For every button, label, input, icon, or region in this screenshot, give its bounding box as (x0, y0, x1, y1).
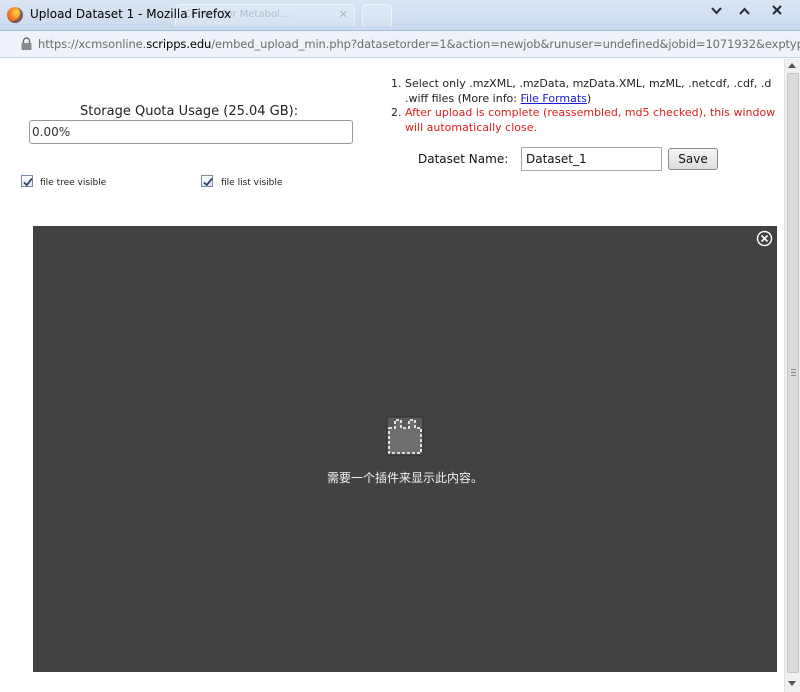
minimize-icon[interactable] (704, 4, 728, 20)
storage-quota-progress-bar: 0.00% (29, 120, 353, 144)
instruction-item-2: 2. After upload is complete (reassembled… (391, 106, 784, 135)
scrollbar-grip-icon (791, 369, 796, 376)
dataset-name-input[interactable] (521, 147, 662, 171)
instruction-text: Select only .mzXML, .mzData, mzData.XML,… (405, 77, 772, 90)
instruction-warning-text-line2: will automatically close. (405, 120, 537, 134)
firefox-logo-icon (7, 7, 23, 23)
checkmark-icon (203, 177, 213, 187)
window-titlebar[interactable]: Center For Metabol... ✕ Upload Dataset 1… (0, 0, 800, 31)
storage-quota-value: 0.00% (32, 125, 71, 139)
instruction-warning-text: After upload is complete (reassembled, m… (405, 106, 776, 119)
close-window-icon[interactable] (765, 4, 789, 20)
upload-instructions: 1. Select only .mzXML, .mzData, mzData.X… (391, 77, 784, 135)
file-formats-link[interactable]: File Formats (521, 92, 587, 105)
instruction-number: 1. (391, 77, 402, 90)
scroll-up-icon[interactable] (788, 63, 796, 68)
instruction-text-post: ) (586, 91, 592, 105)
plugin-puzzle-icon (386, 416, 424, 456)
background-tab-close-icon: ✕ (338, 8, 348, 21)
file-tree-label: file tree visible (40, 178, 107, 188)
instruction-number: 2. (391, 106, 402, 119)
file-list-label: file list visible (221, 178, 283, 188)
checkmark-icon (23, 177, 33, 187)
lock-icon (21, 37, 32, 50)
save-button[interactable]: Save (668, 148, 718, 170)
file-tree-checkbox[interactable] (21, 175, 33, 187)
url-text[interactable]: https://xcmsonline.scripps.edu/embed_upl… (38, 37, 800, 51)
instruction-text-pre: .wiff files (More info: (405, 91, 521, 105)
url-host: scripps.edu (146, 37, 212, 51)
url-prefix: https://xcmsonline. (38, 37, 147, 51)
instruction-text-line2: .wiff files (More info: File Formats) (405, 92, 784, 107)
dataset-name-label: Dataset Name: (418, 152, 509, 166)
maximize-icon[interactable] (732, 4, 756, 20)
background-new-tab (362, 4, 392, 26)
scrollbar-thumb[interactable] (787, 73, 799, 673)
url-path: /embed_upload_min.php?datasetorder=1&act… (211, 37, 800, 51)
scroll-down-icon[interactable] (788, 681, 796, 686)
instruction-item-1: 1. Select only .mzXML, .mzData, mzData.X… (391, 77, 784, 106)
window-title: Upload Dataset 1 - Mozilla Firefox (30, 7, 232, 21)
vertical-scrollbar[interactable] (784, 59, 800, 692)
page-content: Storage Quota Usage (25.04 GB): 0.00% fi… (0, 59, 784, 692)
storage-quota-label: Storage Quota Usage (25.04 GB): (80, 104, 299, 119)
plugin-placeholder-panel[interactable]: 需要一个插件来显示此内容。 (33, 226, 777, 672)
file-list-checkbox[interactable] (201, 175, 213, 187)
plugin-required-message: 需要一个插件来显示此内容。 (326, 471, 483, 485)
address-bar[interactable]: https://xcmsonline.scripps.edu/embed_upl… (0, 31, 800, 58)
close-plugin-icon[interactable] (756, 230, 773, 247)
